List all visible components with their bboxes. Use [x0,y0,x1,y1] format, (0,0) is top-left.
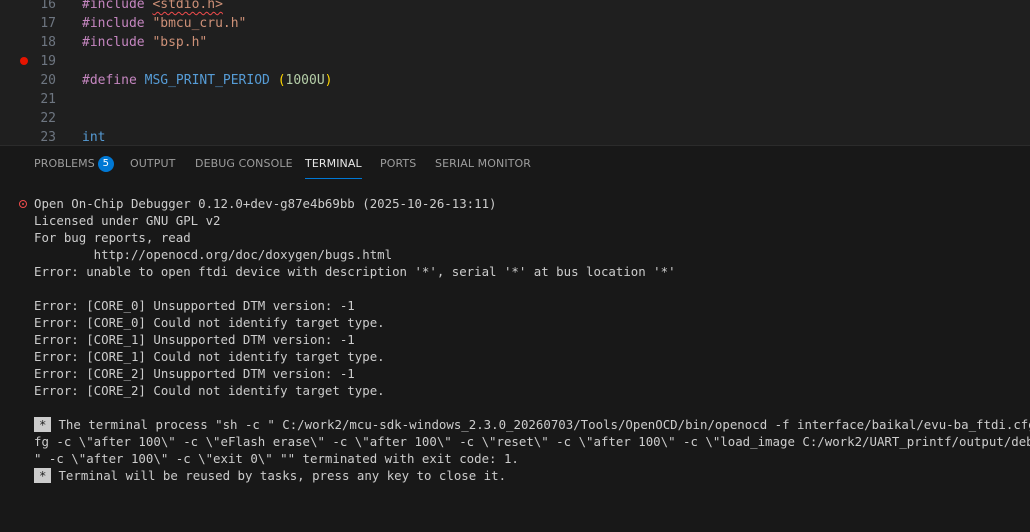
terminal-line: Error: [CORE_1] Could not identify targe… [34,348,385,365]
code-line[interactable]: 23 int [0,128,1030,145]
task-marker-icon: * [34,468,52,483]
terminal-line-text: Error: unable to open ftdi device with d… [34,264,676,279]
code-line[interactable]: 22 [0,109,1030,128]
code-token: #include [82,16,153,31]
terminal-line: Error: [CORE_1] Unsupported DTM version:… [34,331,355,348]
tab-label: OUTPUT [130,157,176,170]
code-token: #include [82,0,153,12]
terminal-line-text: " -c \"after 100\" -c \"exit 0\" "" term… [34,451,519,466]
code-line[interactable]: 19 [0,52,1030,71]
terminal-line: For bug reports, read [34,229,191,246]
terminal-line: Error: unable to open ftdi device with d… [34,263,676,280]
terminal-line: " -c \"after 100\" -c \"exit 0\" "" term… [34,450,519,467]
line-number: 20 [40,73,56,88]
breakpoint-icon[interactable] [20,57,28,65]
line-code: #include "bmcu_cru.h" [82,14,246,33]
line-number: 19 [40,54,56,69]
task-marker-icon: * [34,417,52,432]
code-token: ) [324,73,333,88]
line-number: 16 [40,0,56,12]
code-editor[interactable]: 16 #include <stdio.h> 17 #include "bmcu_cru… [0,0,1030,145]
code-token: #include [82,35,153,50]
line-number: 18 [40,35,56,50]
line-code: #include "bsp.h" [82,33,207,52]
terminal-line-text: For bug reports, read [34,230,191,245]
code-token: MSG_PRINT_PERIOD [144,73,278,88]
line-number: 23 [40,130,56,145]
tab-terminal[interactable]: TERMINAL [305,154,362,179]
terminal-line: Error: [CORE_0] Could not identify targe… [34,314,385,331]
terminal-line: Error: [CORE_0] Unsupported DTM version:… [34,297,355,314]
tab-debug-console[interactable]: DEBUG CONSOLE [195,154,293,174]
line-code: int [82,128,105,145]
tab-label: TERMINAL [305,157,362,170]
tab-serial-monitor[interactable]: SERIAL MONITOR [435,154,531,174]
panel-tab-bar: PROBLEMS 5 OUTPUT DEBUG CONSOLE TERMINAL PORT… [0,146,1030,182]
code-token: int [82,130,106,145]
line-number: 17 [40,16,56,31]
code-token: ( [277,73,286,88]
code-token: <stdio.h> [152,0,223,12]
terminal-line: Open On-Chip Debugger 0.12.0+dev-g87e4b6… [34,195,497,212]
terminal-line-text: The terminal process "sh -c " C:/work2/m… [58,417,1030,432]
terminal-line-text: Open On-Chip Debugger 0.12.0+dev-g87e4b6… [34,196,497,211]
terminal-line-text: Error: [CORE_2] Unsupported DTM version:… [34,366,355,381]
tab-ports[interactable]: PORTS [380,154,416,174]
code-line[interactable]: 21 [0,90,1030,109]
code-token: #define [82,73,145,88]
tab-label: PROBLEMS [34,157,95,170]
terminal-line: Error: [CORE_2] Unsupported DTM version:… [34,365,355,382]
terminal-line-text: Error: [CORE_0] Could not identify targe… [34,315,385,330]
line-number: 21 [40,92,56,107]
terminal-line: * The terminal process "sh -c " C:/work2/… [34,416,1030,433]
terminal-line: * Terminal will be reused by tasks, press… [34,467,506,484]
line-number: 22 [40,111,56,126]
tab-label: SERIAL MONITOR [435,157,532,170]
code-token: 1000U [285,73,325,88]
terminal-line-text: Terminal will be reused by tasks, press … [58,468,507,483]
terminal-output[interactable]: Open On-Chip Debugger 0.12.0+dev-g87e4b6… [0,194,1030,524]
tab-label: DEBUG CONSOLE [195,157,293,170]
terminal-line: http://openocd.org/doc/doxygen/bugs.html [34,246,392,263]
tab-problems[interactable]: PROBLEMS 5 [34,154,114,174]
line-code: #include <stdio.h> [82,0,223,14]
problems-count-badge: 5 [97,156,114,172]
line-code: #define MSG_PRINT_PERIOD (1000U) [82,71,332,90]
terminal-line-text: Licensed under GNU GPL v2 [34,213,221,228]
terminal-line: Licensed under GNU GPL v2 [34,212,221,229]
terminal-line-text: Error: [CORE_0] Unsupported DTM version:… [34,298,355,313]
terminal-line: Error: [CORE_2] Could not identify targe… [34,382,385,399]
terminal-line: fg -c \"after 100\" -c \"eFlash erase\" … [34,433,1030,450]
tab-output[interactable]: OUTPUT [130,154,175,174]
code-line[interactable]: 20 #define MSG_PRINT_PERIOD (1000U) [0,71,1030,90]
bottom-panel: PROBLEMS 5 OUTPUT DEBUG CONSOLE TERMINAL PORT… [0,145,1030,532]
terminal-line-text: Error: [CORE_1] Unsupported DTM version:… [34,332,355,347]
terminal-line-text: Error: [CORE_2] Could not identify targe… [34,383,385,398]
error-circle-icon[interactable] [19,200,27,208]
terminal-line-text: Error: [CORE_1] Could not identify targe… [34,349,385,364]
code-token: "bsp.h" [152,35,208,50]
code-line[interactable]: 16 #include <stdio.h> [0,0,1030,14]
terminal-line-text: fg -c \"after 100\" -c \"eFlash erase\" … [34,434,1030,449]
terminal-line-text: http://openocd.org/doc/doxygen/bugs.html [34,247,393,262]
code-line[interactable]: 18 #include "bsp.h" [0,33,1030,52]
tab-label: PORTS [380,157,417,170]
code-token: "bmcu_cru.h" [152,16,247,31]
code-line[interactable]: 17 #include "bmcu_cru.h" [0,14,1030,33]
